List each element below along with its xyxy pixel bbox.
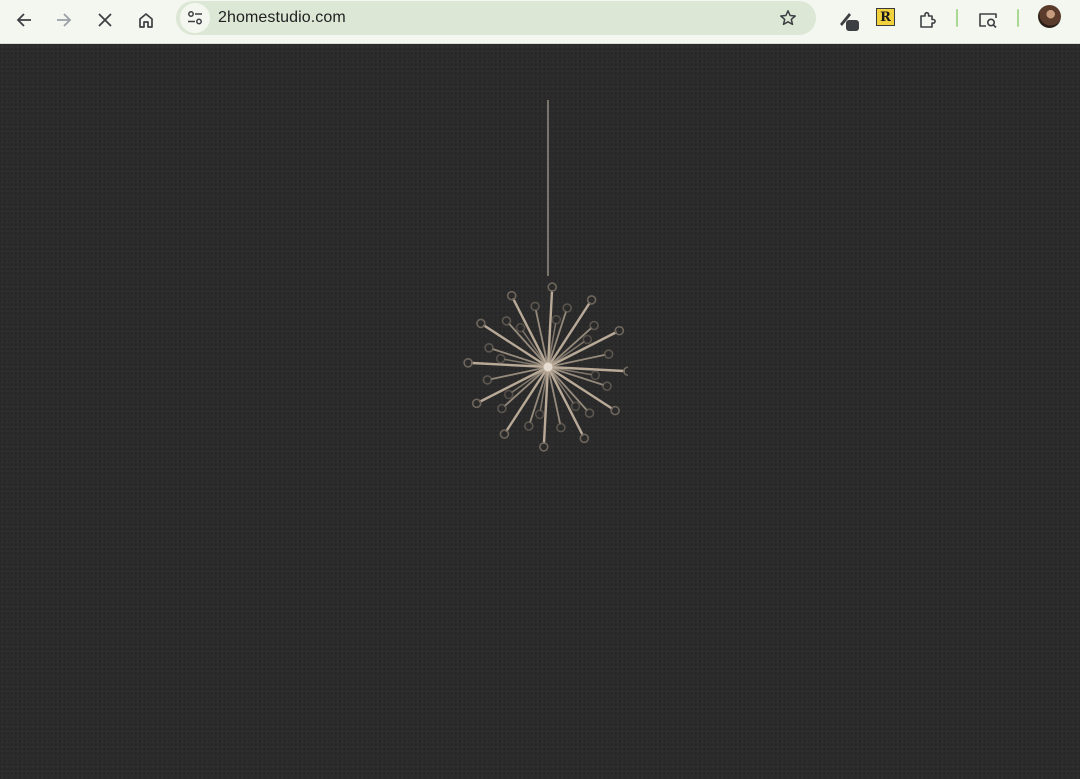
home-button[interactable] [130,4,162,36]
ornament-ray-tip [524,421,534,431]
ornament-ray-tip [484,342,494,353]
bookmark-button[interactable] [774,4,802,32]
ornament-ray-tip [590,370,601,381]
extensions-button[interactable] [911,4,943,36]
ornament-ray-tip [515,322,526,333]
tune-icon [188,11,202,25]
url-text[interactable]: 2homestudio.com [218,9,346,27]
ornament-ray-tip [579,433,590,444]
ornament-ray-tip [603,349,614,359]
r-extension-label: R [880,9,891,25]
arrow-left-icon [16,13,31,27]
ornament-ray-tip [570,401,581,412]
page-content [0,44,1080,779]
pen-icon [840,13,859,31]
site-info-button[interactable] [180,3,210,33]
ornament-ray-tip [534,409,545,420]
toolbar-separator [956,9,958,27]
address-bar[interactable]: 2homestudio.com [176,1,816,35]
ornament-ray-tip [556,422,566,433]
ornament-ray-tip [584,408,595,418]
r-extension-button[interactable]: R [876,8,895,26]
ornament-ray-tip [562,303,572,313]
ornament-ray-tip [602,381,612,392]
home-icon [139,13,153,28]
ornament-ray-tip [463,357,473,368]
ornament-ray-tip [499,429,510,439]
forward-button[interactable] [48,4,80,36]
browser-toolbar: 2homestudio.com R [0,0,1080,44]
back-button[interactable] [8,4,40,36]
ornament-ray-tip [582,334,593,345]
ornament-ray-tip [503,389,514,400]
ornament-ray-tip [497,403,507,414]
ornament-ray-tip [495,353,506,364]
ornament-ray-tip [547,282,557,292]
ornament-ray-tip [551,314,562,325]
ornament-ray-tip [530,301,540,312]
ornament-ray-tip [539,442,549,452]
ornament-ray-tip [614,325,625,336]
toolbar-separator [1017,9,1019,27]
starburst-ornament [463,100,628,452]
search-tab-button[interactable] [972,4,1004,36]
ornament-ray-tip [482,375,493,385]
ornament-ray-tip [471,398,482,409]
ornament-ray-tip [623,366,628,376]
tab-search-icon [979,13,997,29]
ornament-center [543,362,553,372]
close-icon [98,13,112,27]
arrow-right-icon [57,13,72,27]
ornament-ray-tip [610,405,620,416]
ornament-ray-tip [476,318,486,329]
puzzle-icon [920,11,936,28]
ornament-ray-tip [589,320,599,331]
stop-loading-button[interactable] [89,4,121,36]
pen-extension-button[interactable] [832,4,864,36]
ornament-ray-tip [506,290,517,301]
star-icon [780,10,796,26]
ornament-ray-tip [501,316,512,326]
ornament-ray-tip [586,295,597,305]
profile-avatar[interactable] [1038,5,1061,28]
